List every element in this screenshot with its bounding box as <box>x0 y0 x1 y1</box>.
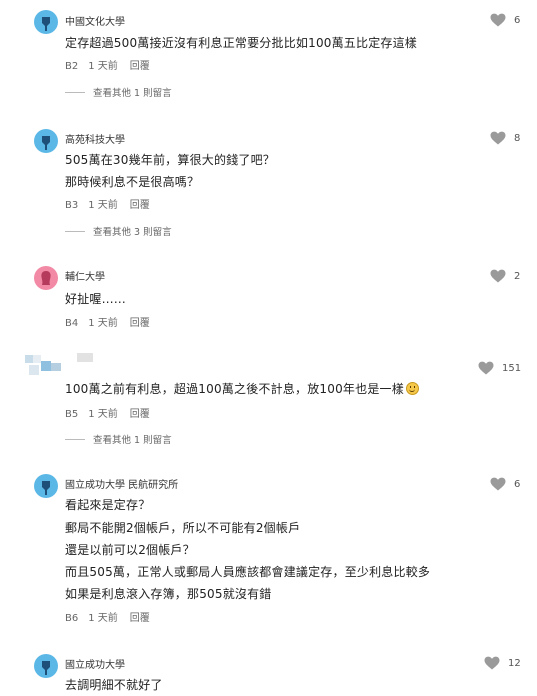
reply-button[interactable]: 回覆 <box>130 61 150 72</box>
like-count: 6 <box>514 478 521 490</box>
user-avatar-icon <box>42 481 50 495</box>
comment-text-content: 100萬之前有利息，超過100萬之後不計息，放100年也是一樣 <box>65 382 404 396</box>
comment-text: 好扯喔…… <box>65 292 127 306</box>
floor-number: B2 <box>65 61 79 72</box>
comment-text: 505萬在30幾年前，算很大的錢了吧？ <box>65 153 275 167</box>
like-button[interactable]: 6 <box>490 13 520 27</box>
view-more-label: 查看其他 1 則留言 <box>93 435 172 446</box>
user-avatar-icon <box>41 271 51 285</box>
comment-text: 去調明細不就好了 <box>65 678 163 692</box>
floor-number: B3 <box>65 200 79 211</box>
comment-meta: B3 1 天前 回覆 <box>65 196 160 211</box>
heart-icon <box>478 361 494 375</box>
like-button[interactable]: 12 <box>484 656 521 670</box>
reply-button[interactable]: 回覆 <box>130 318 150 329</box>
smile-emoji-icon <box>405 382 419 395</box>
comment-text: 而且505萬，正常人或郵局人員應該都會建議定存，至少利息比較多 <box>65 565 431 579</box>
comment-time: 1 天前 <box>88 200 118 211</box>
comment-author[interactable]: 高苑科技大學 <box>65 131 125 146</box>
comment-time: 1 天前 <box>88 613 118 624</box>
heart-icon <box>490 477 506 491</box>
divider <box>65 438 85 440</box>
comment-text: 看起來是定存？ <box>65 498 151 512</box>
like-count: 151 <box>502 362 522 374</box>
heart-icon <box>484 656 500 670</box>
comment-meta: B4 1 天前 回覆 <box>65 314 160 329</box>
comment-meta: B5 1 天前 回覆 <box>65 405 160 420</box>
avatar[interactable] <box>34 10 58 34</box>
reply-button[interactable]: 回覆 <box>130 200 150 211</box>
comment-text: 那時候利息不是很高嗎？ <box>65 175 200 189</box>
view-more-label: 查看其他 1 則留言 <box>93 88 172 99</box>
comment-text: 郵局不能開2個帳戶，所以不可能有2個帳戶 <box>65 521 301 535</box>
heart-icon <box>490 269 506 283</box>
comment-time: 1 天前 <box>88 61 118 72</box>
like-button[interactable]: 2 <box>490 269 520 283</box>
comment-author[interactable]: 國立成功大學 <box>65 656 125 671</box>
divider <box>65 91 85 93</box>
like-count: 2 <box>514 270 521 282</box>
heart-icon <box>490 131 506 145</box>
reply-button[interactable]: 回覆 <box>130 613 150 624</box>
comment-time: 1 天前 <box>88 318 118 329</box>
comment-text: 還是以前可以2個帳戶？ <box>65 543 195 557</box>
comment-text: 100萬之前有利息，超過100萬之後不計息，放100年也是一樣 <box>65 380 419 397</box>
floor-number: B4 <box>65 318 79 329</box>
comment-text: 如果是利息滾入存簿，那505就沒有錯 <box>65 587 272 601</box>
comment-author[interactable]: 中國文化大學 <box>65 13 125 28</box>
reply-button[interactable]: 回覆 <box>130 409 150 420</box>
avatar[interactable] <box>34 474 58 498</box>
comment-author[interactable]: 國立成功大學 民航研究所 <box>65 476 178 491</box>
divider <box>65 230 85 232</box>
floor-number: B6 <box>65 613 79 624</box>
comment-meta: B2 1 天前 回覆 <box>65 57 160 72</box>
comment-author[interactable]: 輔仁大學 <box>65 268 105 283</box>
user-avatar-icon <box>42 17 50 31</box>
avatar[interactable] <box>34 266 58 290</box>
comment-meta: B6 1 天前 回覆 <box>65 609 160 624</box>
like-button[interactable]: 151 <box>478 361 521 375</box>
like-button[interactable]: 6 <box>490 477 520 491</box>
comment-time: 1 天前 <box>88 409 118 420</box>
heart-icon <box>490 13 506 27</box>
avatar[interactable] <box>34 654 58 678</box>
like-count: 8 <box>514 132 521 144</box>
avatar[interactable] <box>34 129 58 153</box>
avatar[interactable] <box>25 353 93 377</box>
comment-text: 定存超過500萬接近沒有利息正常要分批比如100萬五比定存這樣 <box>65 36 418 50</box>
user-avatar-icon <box>42 136 50 150</box>
like-count: 12 <box>508 657 521 669</box>
like-count: 6 <box>514 14 521 26</box>
view-more-replies[interactable]: 查看其他 3 則留言 <box>65 224 172 238</box>
view-more-replies[interactable]: 查看其他 1 則留言 <box>65 432 172 446</box>
floor-number: B5 <box>65 409 79 420</box>
view-more-replies[interactable]: 查看其他 1 則留言 <box>65 85 172 99</box>
like-button[interactable]: 8 <box>490 131 520 145</box>
view-more-label: 查看其他 3 則留言 <box>93 227 172 238</box>
user-avatar-icon <box>42 661 50 675</box>
